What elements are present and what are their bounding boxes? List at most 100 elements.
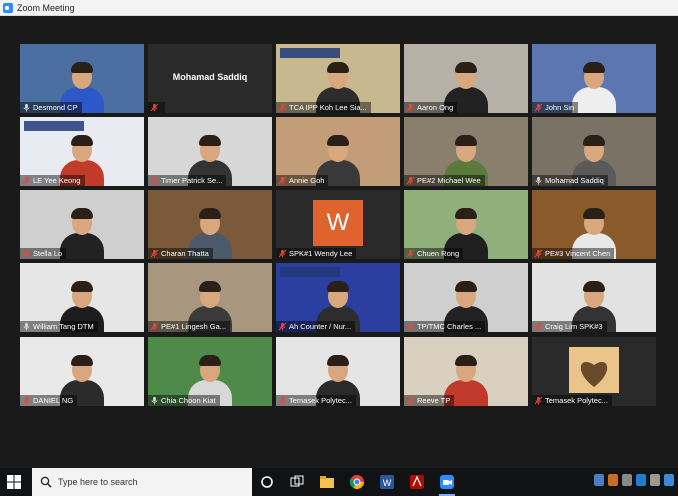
participant-name: Aaron Ong [417,103,454,112]
mic-muted-icon [406,176,415,185]
participant-name-tag: Annie Goh [276,175,329,186]
mic-icon [23,322,30,331]
participant-tile[interactable]: Craig Lim SPK#3 [532,263,656,332]
profile-picture [569,347,619,393]
tray-app-icon[interactable] [594,474,604,486]
task-view-button[interactable] [287,472,307,492]
participant-name: John Sin [545,103,575,112]
participant-name: Ah Counter / Nur... [289,322,352,331]
participant-tile[interactable]: TP/TMC Charles ... [404,263,528,332]
participant-tile[interactable]: William Tang DTM [20,263,144,332]
participant-name-tag: Mohamad Saddiq [532,175,608,186]
mic-icon [151,396,158,405]
participant-tile[interactable]: John Sin [532,44,656,113]
participant-tile[interactable]: Mohamad Saddiq [148,44,272,113]
mic-muted-icon [534,249,543,258]
gallery-view: Desmond CP Mohamad Saddiq TCA IPP Koh Le… [0,16,678,468]
mic-muted-icon [22,396,31,405]
participant-tile[interactable]: PE#2 Michael Wee [404,117,528,186]
participant-name-tag: Stella Lo [20,248,67,259]
file-explorer-button[interactable] [317,472,337,492]
participant-name: William Tang DTM [33,322,94,331]
participant-name: Timer Patrick Se... [161,176,223,185]
video-banner [280,48,340,58]
participant-name-tag: Reeve TP [404,395,455,406]
zoom-taskbar-button[interactable] [437,472,457,496]
participant-name: DANIEL NG [33,396,74,405]
tray-app-icon[interactable] [622,474,632,486]
participant-tile[interactable]: PE#1 Lingesh Ga... [148,263,272,332]
svg-text:W: W [383,478,392,488]
participant-name-tag: Charan Thatta [148,248,213,259]
participant-name-tag: Desmond CP [20,102,82,113]
participant-tile[interactable]: LE Yee Keong [20,117,144,186]
acrobat-button[interactable] [407,472,427,492]
cortana-button[interactable] [257,472,277,492]
mic-muted-icon [534,322,543,331]
participant-tile[interactable]: Reeve TP [404,337,528,406]
mic-muted-icon [278,176,287,185]
participant-video [572,61,616,113]
participant-tile[interactable]: Mohamad Saddiq [532,117,656,186]
participant-tile[interactable]: Timer Patrick Se... [148,117,272,186]
acrobat-icon [410,475,424,489]
participant-tile[interactable]: Aaron Ong [404,44,528,113]
participant-tile[interactable]: Annie Goh [276,117,400,186]
mic-muted-icon [150,249,159,258]
zoom-app-icon [3,2,13,13]
mic-muted-icon [406,396,415,405]
task-view-icon [290,475,304,487]
system-tray [594,474,674,486]
mic-muted-icon [278,396,287,405]
participant-tile[interactable]: TCA IPP Koh Lee Sia... [276,44,400,113]
participant-name-tag: LE Yee Keong [20,175,85,186]
participant-name-tag: PE#1 Lingesh Ga... [148,321,231,332]
tray-app-icon[interactable] [608,474,618,486]
tray-app-icon[interactable] [636,474,646,486]
taskbar-search-box[interactable]: Type here to search [32,468,252,496]
participant-name: Temasek Polytec... [289,396,352,405]
participant-name-tag: John Sin [532,102,579,113]
participant-name: TP/TMC Charles ... [417,322,482,331]
mic-muted-icon [22,249,31,258]
participant-name: Charan Thatta [161,249,209,258]
participant-name: Annie Goh [289,176,325,185]
participant-name: Craig Lim SPK#3 [545,322,603,331]
participant-name: LE Yee Keong [33,176,81,185]
participant-tile[interactable]: DANIEL NG [20,337,144,406]
participant-tile[interactable]: PE#3 Vincent Chen [532,190,656,259]
mic-icon [23,103,30,112]
participant-initial: W [313,200,363,246]
participant-tile[interactable]: Temasek Polytec... [276,337,400,406]
mic-muted-icon [406,103,415,112]
start-button[interactable] [0,468,28,496]
mic-muted-icon [278,103,287,112]
participant-name: Chia Choon Kiat [161,396,216,405]
search-placeholder: Type here to search [58,477,138,487]
participant-tile[interactable]: Chuen Rong [404,190,528,259]
word-button[interactable]: W [377,472,397,492]
participant-tile[interactable]: Ah Counter / Nur... [276,263,400,332]
chrome-button[interactable] [347,472,367,492]
participant-name-tag: Temasek Polytec... [276,395,356,406]
participant-name-tag: Ah Counter / Nur... [276,321,356,332]
participant-name: SPK#1 Wendy Lee [289,249,353,258]
file-explorer-icon [320,476,334,488]
participant-tile[interactable]: W SPK#1 Wendy Lee [276,190,400,259]
video-banner [24,121,84,131]
participant-tile[interactable]: Chia Choon Kiat [148,337,272,406]
participant-tile[interactable]: Desmond CP [20,44,144,113]
participant-tile[interactable]: Charan Thatta [148,190,272,259]
tray-app-icon[interactable] [664,474,674,486]
participant-name: PE#3 Vincent Chen [545,249,611,258]
participant-tile[interactable]: Temasek Polytec... [532,337,656,406]
participant-name-tag: Temasek Polytec... [532,395,612,406]
chrome-icon [349,475,364,489]
mic-muted-icon [278,322,287,331]
tray-app-icon[interactable] [650,474,660,486]
participant-name-tag: TP/TMC Charles ... [404,321,486,332]
participant-name: Stella Lo [33,249,63,258]
participant-tile[interactable]: Stella Lo [20,190,144,259]
participant-name-tag: SPK#1 Wendy Lee [276,248,357,259]
participant-display-name: Mohamad Saddiq [172,72,248,82]
